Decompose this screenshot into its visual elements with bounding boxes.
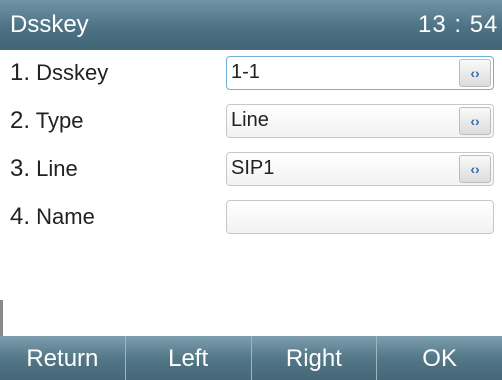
settings-list: 1. Dsskey 1-1 ‹› 2. Type Line ‹› 3. Line (0, 50, 502, 336)
type-row[interactable]: 2. Type Line ‹› (0, 98, 502, 146)
dsskey-select[interactable]: 1-1 ‹› (226, 56, 494, 90)
type-label: 2. Type (10, 107, 83, 135)
page-title: Dsskey (10, 11, 89, 38)
row-label: Dsskey (36, 60, 109, 85)
left-right-arrows-icon[interactable]: ‹› (459, 59, 491, 87)
dsskey-row[interactable]: 1. Dsskey 1-1 ‹› (0, 50, 502, 98)
name-label: 4. Name (10, 203, 95, 231)
scroll-indicator (0, 300, 3, 336)
left-right-arrows-icon[interactable]: ‹› (459, 155, 491, 183)
line-row[interactable]: 3. Line SIP1 ‹› (0, 146, 502, 194)
softkey-bar: Return Left Right OK (0, 336, 502, 380)
type-value: Line (231, 109, 269, 131)
name-row[interactable]: 4. Name (0, 194, 502, 242)
left-softkey[interactable]: Left (125, 336, 252, 380)
dsskey-value: 1-1 (231, 61, 260, 83)
line-value: SIP1 (231, 157, 275, 179)
row-number: 3. (10, 155, 31, 182)
name-input[interactable] (226, 200, 494, 234)
line-select[interactable]: SIP1 ‹› (226, 152, 494, 186)
row-label: Type (35, 108, 84, 133)
row-label: Name (36, 204, 95, 229)
title-bar: Dsskey 13 : 54 (0, 0, 502, 50)
clock: 13 : 54 (418, 11, 499, 38)
row-number: 1. (10, 59, 31, 86)
line-label: 3. Line (10, 155, 78, 183)
row-number: 4. (10, 203, 31, 230)
right-softkey[interactable]: Right (251, 336, 378, 380)
phone-screen: Dsskey 13 : 54 1. Dsskey 1-1 ‹› 2. Type … (0, 0, 502, 380)
row-label: Line (36, 156, 78, 181)
ok-softkey[interactable]: OK (377, 336, 502, 380)
dsskey-label: 1. Dsskey (10, 59, 108, 87)
type-select[interactable]: Line ‹› (226, 104, 494, 138)
left-right-arrows-icon[interactable]: ‹› (459, 107, 491, 135)
row-number: 2. (10, 107, 31, 134)
return-softkey[interactable]: Return (0, 336, 126, 380)
